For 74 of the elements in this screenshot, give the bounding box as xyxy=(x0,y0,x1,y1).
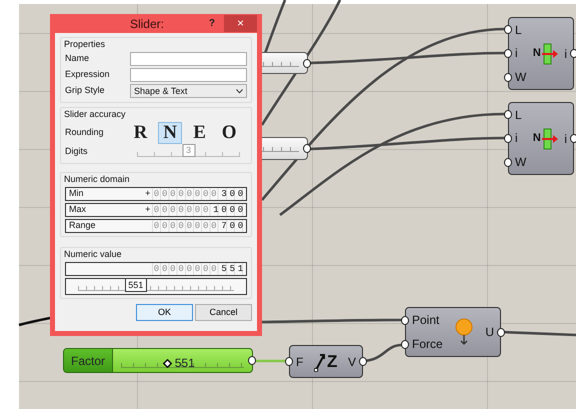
digits-text: 00000000 xyxy=(152,220,220,232)
input-label: L xyxy=(515,108,522,122)
input-label: W xyxy=(515,70,526,84)
group-heading: Properties xyxy=(64,39,106,50)
list-item-icon xyxy=(542,42,558,64)
rounding-option[interactable]: O xyxy=(217,122,241,144)
input-label: F xyxy=(296,354,304,368)
dialog-button[interactable]: Cancel xyxy=(195,304,252,321)
dialog-button[interactable]: OK xyxy=(136,304,193,321)
rounding-option[interactable]: E xyxy=(188,122,212,144)
output-label: i xyxy=(564,132,567,146)
input-port[interactable] xyxy=(504,110,512,120)
output-port[interactable] xyxy=(570,134,576,143)
digits-text: 551 xyxy=(220,263,246,275)
field-label: Digits xyxy=(65,145,89,158)
input-label: Force xyxy=(412,337,443,351)
window-title: Slider: xyxy=(128,16,165,32)
group-heading: Slider accuracy xyxy=(64,109,127,120)
help-button[interactable]: ? xyxy=(208,16,215,31)
field-label: Grip Style xyxy=(65,84,106,98)
digits-text: 1000 xyxy=(212,204,246,216)
vector-arrow-icon xyxy=(314,352,326,372)
digits-text: 00000000 xyxy=(152,188,220,200)
number-field[interactable]: 00000000 551 xyxy=(65,262,247,276)
rounding-option[interactable]: N xyxy=(158,122,182,144)
icon-letter: Z xyxy=(326,350,338,373)
output-label: V xyxy=(348,354,356,368)
field-label: Expression xyxy=(65,68,111,82)
value-slider[interactable]: 551 xyxy=(65,278,247,295)
rounding-option[interactable]: R xyxy=(128,122,152,144)
digits-text: 300 xyxy=(220,188,246,200)
close-button[interactable]: × xyxy=(224,15,257,32)
icon-letter: N xyxy=(532,131,541,146)
field-label: Max xyxy=(69,203,88,216)
slider-grip[interactable] xyxy=(162,358,172,368)
output-port[interactable] xyxy=(359,357,367,366)
slider-value: 551 xyxy=(174,355,195,372)
group-heading: Numeric value xyxy=(64,249,123,260)
input-port[interactable] xyxy=(504,25,512,34)
number-field[interactable]: Min + 00000000 300 xyxy=(65,187,247,201)
slider-label: Factor xyxy=(64,349,114,372)
sphere-arrow-icon xyxy=(454,318,474,346)
input-field[interactable] xyxy=(130,68,247,82)
wire xyxy=(18,316,50,326)
slider-thumb[interactable]: 551 xyxy=(124,278,147,292)
output-port[interactable] xyxy=(496,328,505,336)
input-label: i xyxy=(515,131,518,146)
input-label: Point xyxy=(412,313,440,327)
input-field[interactable] xyxy=(130,52,247,66)
digits-text: 0000000 xyxy=(152,204,212,216)
input-port[interactable] xyxy=(285,357,293,366)
number-field[interactable]: Max + 0000000 1000 xyxy=(65,203,247,217)
output-label: i xyxy=(564,46,567,60)
icon-letter: N xyxy=(532,46,541,62)
field-label: Min xyxy=(69,187,85,200)
wire xyxy=(253,360,286,362)
dropdown[interactable]: Shape & Text xyxy=(130,84,247,98)
number-field[interactable]: Range 00000000 700 xyxy=(65,219,247,233)
list-item-icon xyxy=(542,128,558,150)
digits-text: 700 xyxy=(220,220,246,232)
input-label: i xyxy=(515,46,518,60)
chevron-icon xyxy=(236,88,243,94)
field-label: Name xyxy=(65,52,90,66)
field-label: Rounding xyxy=(65,126,105,139)
output-label: U xyxy=(485,325,494,339)
digits-text: 00000000 xyxy=(152,263,220,275)
output-port[interactable] xyxy=(570,49,576,58)
input-label: W xyxy=(515,155,526,170)
input-label: L xyxy=(515,22,522,37)
sign-label: + xyxy=(144,187,152,200)
field-label: Range xyxy=(69,219,97,232)
group-heading: Numeric domain xyxy=(64,174,131,185)
sign-label: + xyxy=(144,203,152,216)
number-slider[interactable]: Factor 551 xyxy=(63,348,253,373)
